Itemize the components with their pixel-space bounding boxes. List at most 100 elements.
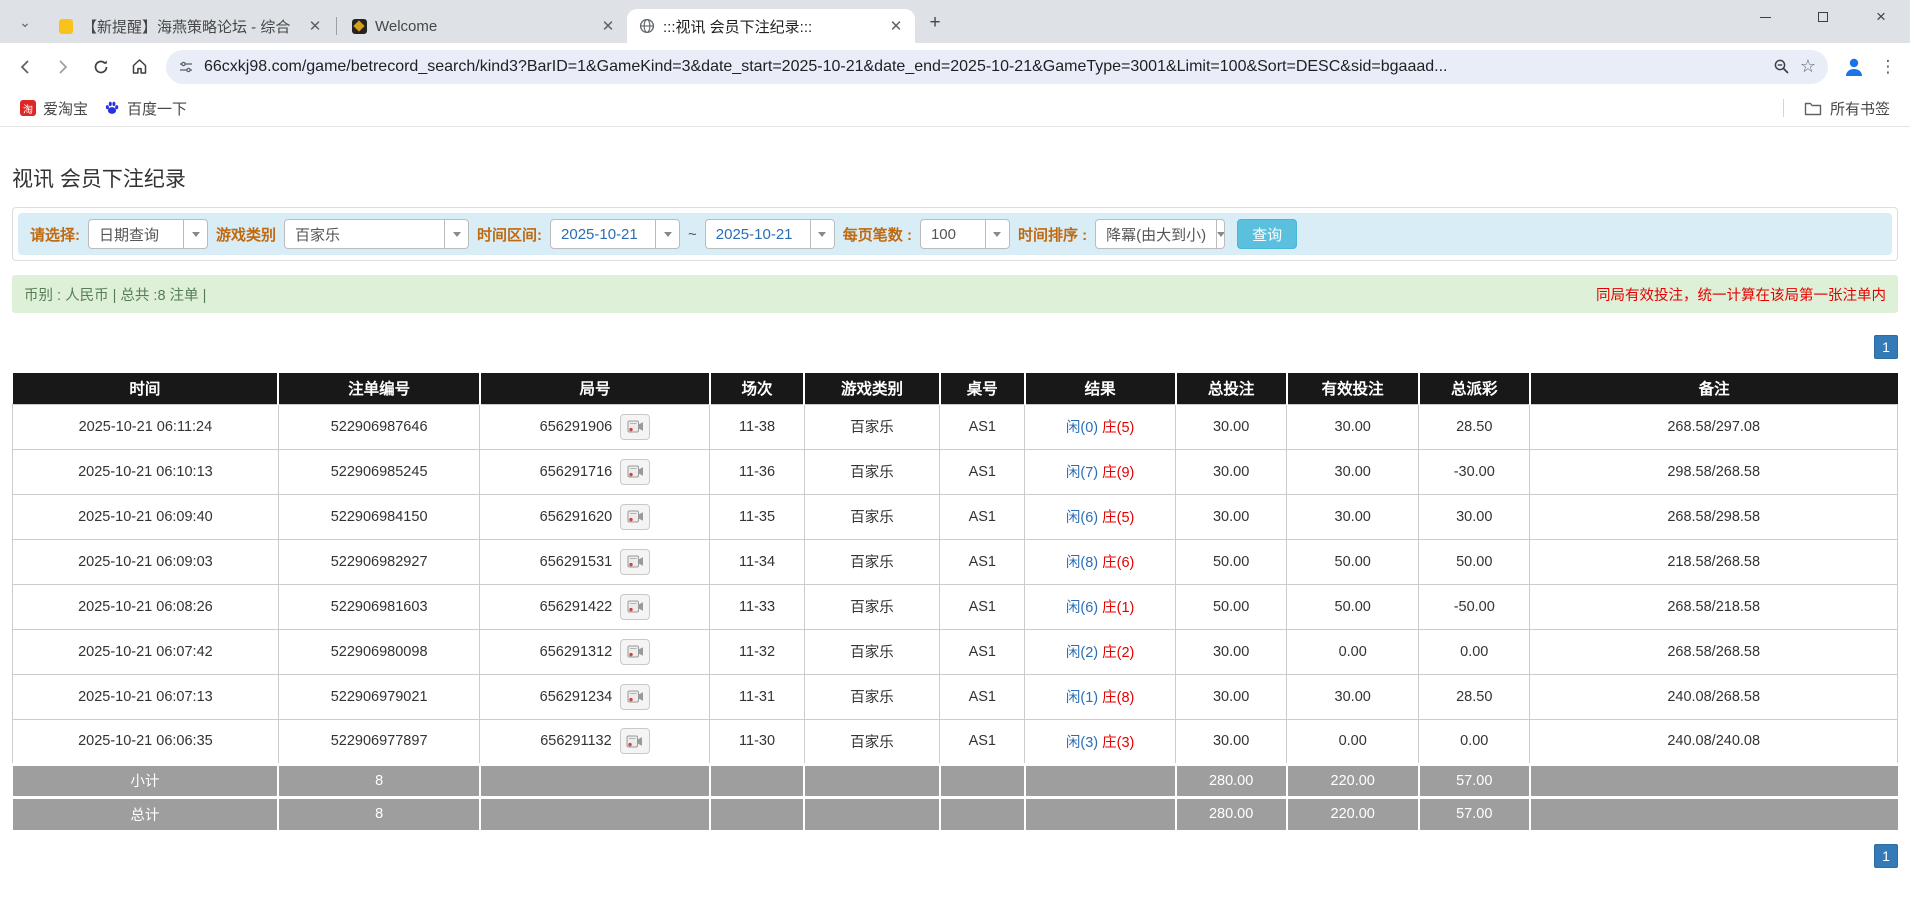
new-tab-button[interactable]: + [921,9,949,37]
time-cell: 2025-10-21 06:07:42 [12,628,279,675]
video-replay-button[interactable] [619,728,650,754]
chevron-down-icon [655,220,679,248]
sort-select[interactable]: 降冪(由大到小) [1095,219,1226,249]
result-player: 闲(8) [1065,555,1099,571]
tab-bet-records[interactable]: :::视讯 会员下注纪录::: ✕ [627,9,915,43]
total-bet-cell: 30.00 [1175,628,1288,675]
bet-table-body: 2025-10-21 06:11:24 522906987646 656291906… [12,403,1898,830]
result-cell: 闲(6) 庄(1) [1024,583,1177,630]
remark-cell: 240.08/240.08 [1529,718,1898,765]
date-start-select[interactable]: 2025-10-21 [550,219,681,249]
baidu-paw-icon [104,100,120,116]
round-cell: 656291234 [479,673,711,720]
bookmarks-bar: 淘 爱淘宝 百度一下 所有书签 [0,90,1910,127]
close-window-button[interactable]: × [1852,0,1910,34]
round-id: 656291422 [539,598,613,615]
round-id: 656291531 [539,553,613,570]
payout-cell: -50.00 [1418,583,1531,630]
video-replay-button[interactable] [620,458,651,485]
empty-cell [1529,762,1898,797]
query-type-select[interactable]: 日期查询 [88,219,208,249]
per-page-value: 100 [930,225,956,243]
remark-cell: 218.58/268.58 [1529,538,1898,585]
empty-cell [709,762,806,797]
total-bet-cell: 30.00 [1175,493,1288,540]
search-button[interactable]: 查询 [1237,219,1298,249]
bet-id-cell: 522906987646 [277,403,481,450]
forward-button[interactable] [46,50,80,84]
video-replay-button[interactable] [620,548,651,575]
url-bar[interactable]: 66cxkj98.com/game/betrecord_search/kind3… [166,49,1828,84]
bet-records-table: 时间 注单编号 局号 场次 游戏类别 桌号 结果 总投注 有效投注 总派彩 备注 2025-10-2… [12,373,1898,830]
bookmark-taobao[interactable]: 淘 爱淘宝 [12,94,96,123]
valid-bet-cell: 30.00 [1286,493,1420,540]
video-replay-button[interactable] [620,638,651,665]
game-type-select[interactable]: 百家乐 [284,219,470,249]
table-no-cell: AS1 [939,448,1026,495]
video-replay-button[interactable] [620,503,651,530]
result-banker: 庄(3) [1102,734,1135,751]
session-cell: 11-31 [709,673,805,720]
page-number-button[interactable]: 1 [1874,335,1898,359]
reload-button[interactable] [84,50,118,84]
round-cell: 656291531 [479,538,711,585]
date-end-select[interactable]: 2025-10-21 [704,219,835,249]
subtotal-payout: 57.00 [1418,762,1531,797]
game-type-value: 百家乐 [295,226,341,244]
video-replay-button[interactable] [620,683,651,710]
home-button[interactable] [122,50,156,84]
per-page-select[interactable]: 100 [919,219,1010,249]
round-id: 656291234 [539,688,613,705]
result-cell: 闲(0) 庄(5) [1024,403,1177,450]
bet-id-cell: 522906984150 [277,493,481,540]
bookmark-baidu[interactable]: 百度一下 [96,94,195,123]
select-label: 请选择: [30,226,80,244]
result-player: 闲(2) [1065,645,1099,661]
result-cell: 闲(1) 庄(8) [1024,673,1177,720]
game-cell: 百家乐 [803,493,941,540]
filter-bar: 请选择: 日期查询 游戏类别 百家乐 时间区间: 2025-10-21 ~ 20… [18,213,1892,255]
zoom-out-icon[interactable] [1773,58,1790,75]
video-replay-button[interactable] [620,593,651,620]
close-icon[interactable]: ✕ [599,17,617,35]
person-icon [1846,58,1862,76]
site-info-icon[interactable] [178,59,194,75]
maximize-button[interactable] [1794,0,1852,34]
table-row: 2025-10-21 06:09:40 522906984150 656291620… [12,493,1898,540]
video-replay-button[interactable] [620,413,651,440]
round-cell: 656291132 [479,718,711,765]
session-cell: 11-33 [709,583,805,630]
result-banker: 庄(6) [1102,555,1135,571]
game-cell: 百家乐 [803,673,941,720]
back-button[interactable] [8,50,42,84]
round-cell: 656291716 [479,448,711,495]
bet-id-cell: 522906985245 [277,448,481,495]
tab-search-button[interactable]: ⌄ [8,5,42,39]
close-icon[interactable]: ✕ [306,17,324,35]
result-player: 闲(3) [1065,734,1099,751]
query-type-value: 日期查询 [99,226,160,244]
empty-cell [939,762,1026,797]
all-bookmarks-button[interactable]: 所有书签 [1796,94,1898,123]
minimize-button[interactable] [1736,0,1794,34]
url-text[interactable]: 66cxkj98.com/game/betrecord_search/kind3… [204,58,1763,76]
time-cell: 2025-10-21 06:06:35 [12,718,279,765]
valid-bet-cell: 30.00 [1286,403,1420,450]
profile-avatar[interactable] [1838,51,1870,83]
total-payout: 57.00 [1418,795,1531,830]
browser-menu-button[interactable]: ⋮ [1874,51,1902,83]
remark-cell: 268.58/298.58 [1529,493,1898,540]
time-cell: 2025-10-21 06:08:26 [12,583,279,630]
table-row: 2025-10-21 06:09:03 522906982927 656291531… [12,538,1898,585]
valid-bet-cell: 50.00 [1286,583,1420,630]
page-number-button[interactable]: 1 [1874,844,1898,868]
tab-welcome[interactable]: Welcome ✕ [339,9,627,43]
column-header: 总派彩 [1418,373,1531,404]
bookmark-star-icon[interactable]: ☆ [1800,56,1816,77]
remark-cell: 268.58/218.58 [1529,583,1898,630]
close-icon: × [1876,7,1886,26]
table-no-cell: AS1 [939,538,1026,585]
maximize-icon [1818,12,1828,22]
close-icon[interactable]: ✕ [887,17,905,35]
tab-forum[interactable]: 【新提醒】海燕策略论坛 - 综合 ✕ [46,9,334,43]
